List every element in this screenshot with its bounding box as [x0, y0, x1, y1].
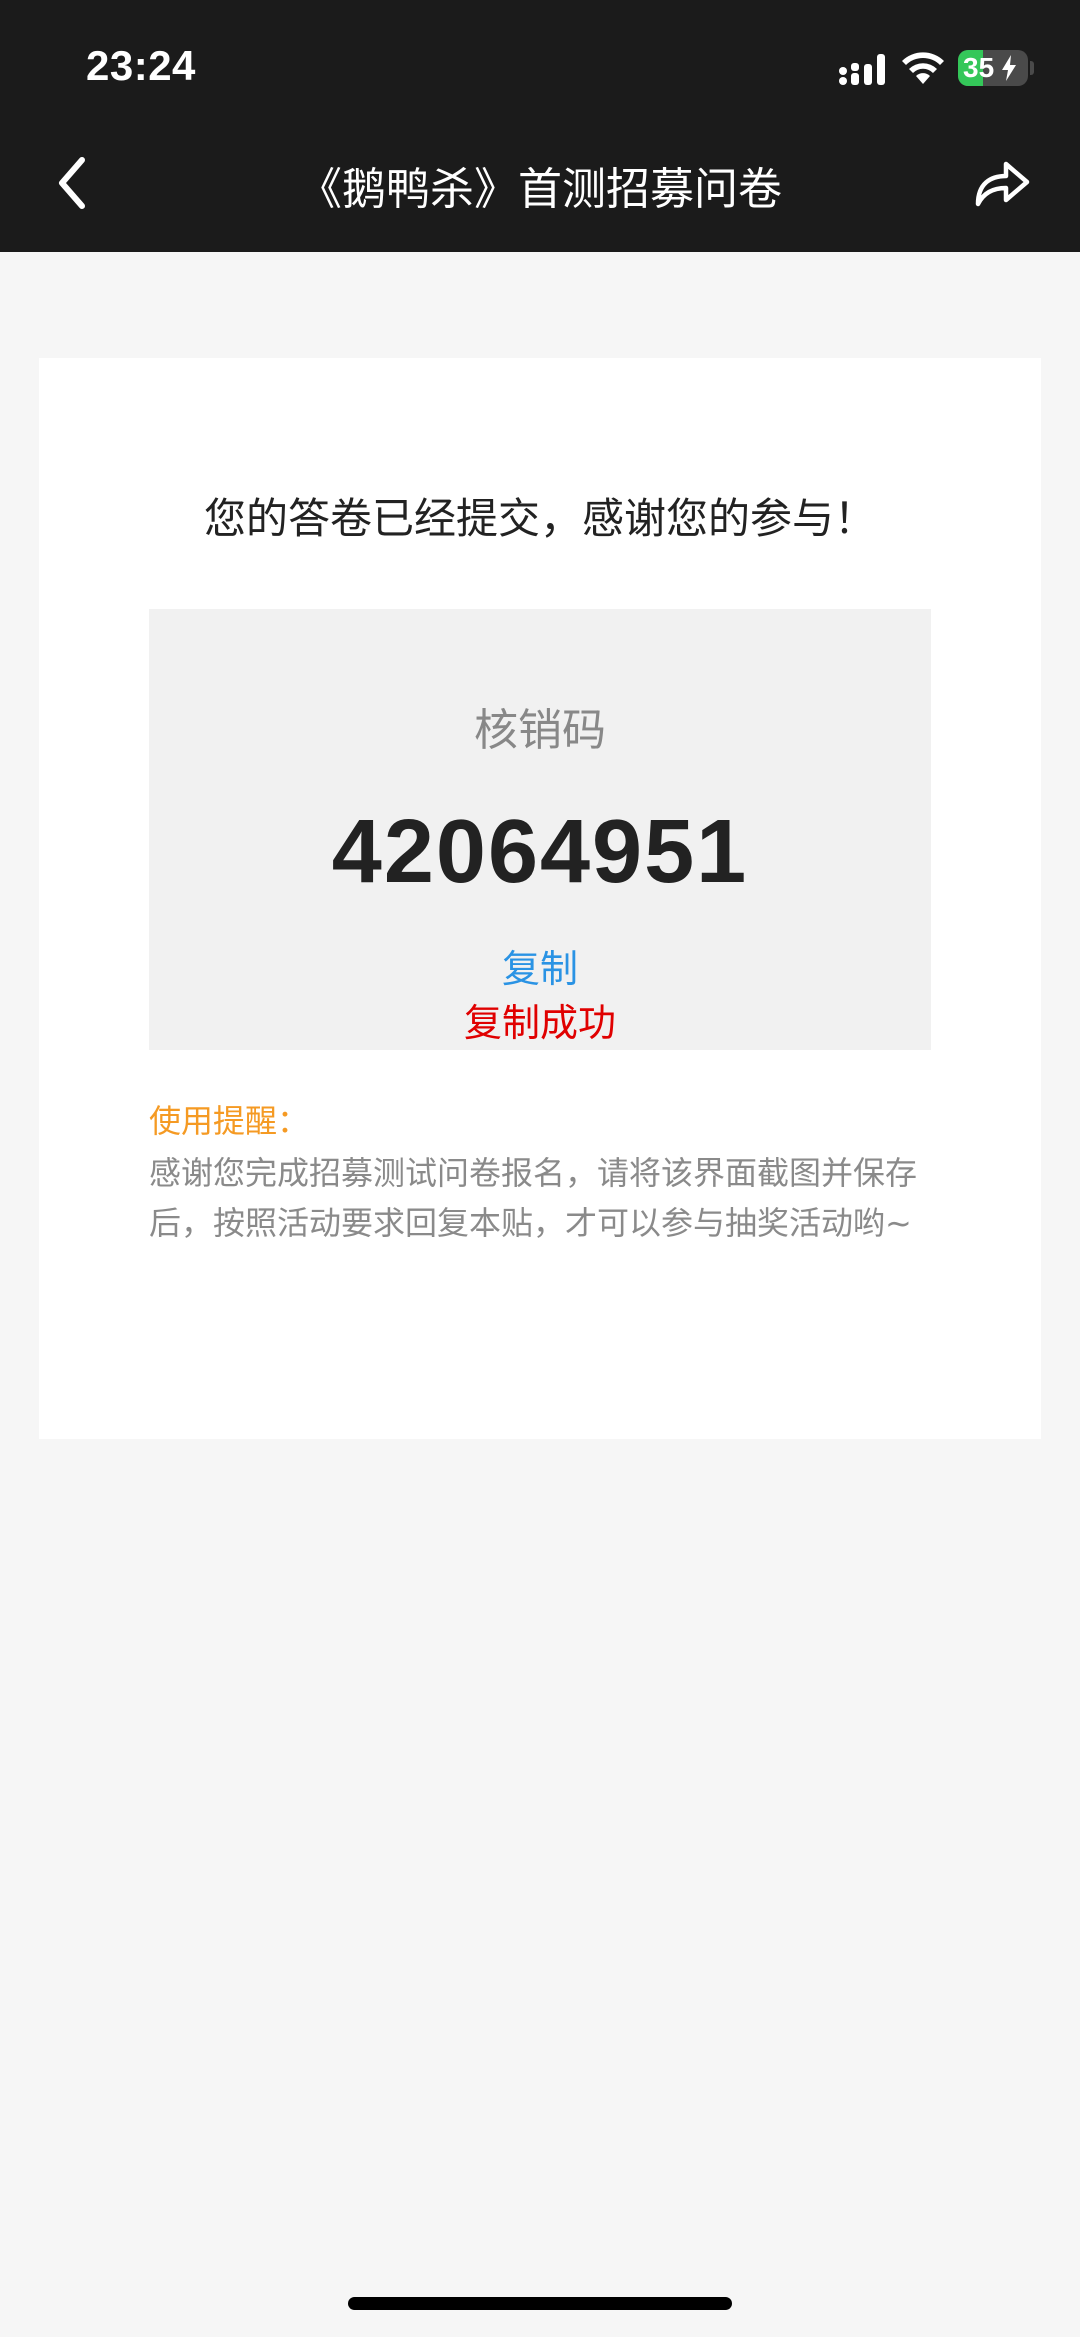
tip-title: 使用提醒： — [149, 1102, 310, 1140]
page-title: 《鹅鸭杀》首测招募问卷 — [298, 164, 782, 215]
redeem-code-box: 核销码 42064951 复制 复制成功 — [149, 609, 931, 1050]
back-button[interactable] — [52, 152, 98, 214]
battery-level: 35 — [963, 52, 995, 83]
wifi-icon — [902, 52, 944, 84]
battery-cap — [1030, 61, 1034, 75]
copy-success-message: 复制成功 — [463, 1001, 616, 1045]
battery-indicator: 35 — [958, 50, 1028, 86]
home-indicator — [348, 2297, 732, 2310]
top-bar: 23:24 35 《鹅鸭杀》首测招募问卷 — [0, 0, 1080, 252]
cellular-signal-icon — [839, 54, 885, 85]
code-label: 核销码 — [474, 705, 606, 756]
share-button[interactable] — [972, 154, 1032, 210]
tip-text: 感谢您完成招募测试问卷报名，请将该界面截图并保存后，按照活动要求回复本贴，才可以… — [149, 1154, 918, 1242]
copy-button[interactable]: 复制 — [149, 941, 931, 997]
code-value: 42064951 — [331, 802, 749, 902]
status-time: 23:24 — [86, 42, 196, 89]
charging-bolt-icon — [1002, 55, 1016, 81]
submission-thanks-text: 您的答卷已经提交，感谢您的参与！ — [203, 494, 876, 543]
result-card: 您的答卷已经提交，感谢您的参与！ 核销码 42064951 复制 复制成功 使用… — [39, 358, 1041, 1439]
